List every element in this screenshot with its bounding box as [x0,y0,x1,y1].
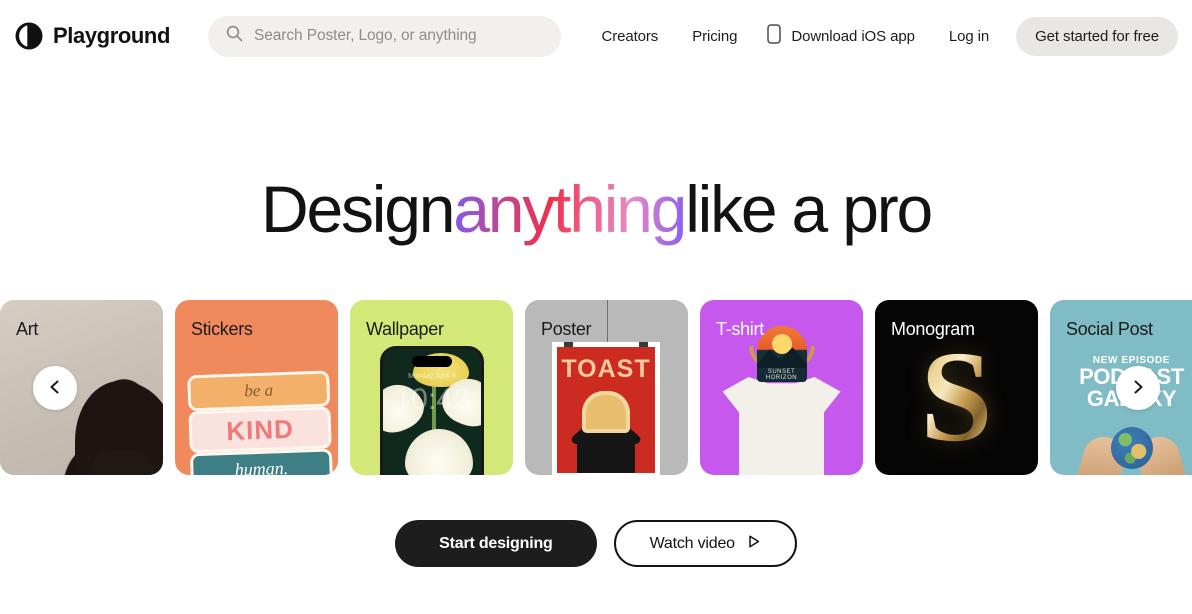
poster-artwork: TOAST [557,347,655,473]
card-label: Poster [541,319,592,339]
hero-actions: Start designing Watch video [0,520,1192,567]
search-input[interactable] [254,27,544,45]
monogram-letter: S [920,325,993,469]
get-started-button[interactable]: Get started for free [1016,16,1178,56]
nav-link-creators[interactable]: Creators [584,20,675,53]
phone-mockup-illustration: Monday, April 8 10:42 [380,346,484,475]
poster-hanging-string [606,300,608,344]
nav-link-download-ios-app[interactable]: Download iOS app [754,16,931,56]
phone-lockscreen-time: 10:42 [394,383,470,416]
main-nav: Creators Pricing Download iOS app Log in… [584,16,1178,56]
carousel-card-poster[interactable]: TOAST Poster [525,300,688,475]
tshirt-shape [722,377,841,475]
poster-title-text: TOAST [561,355,651,383]
phone-lockscreen-date: Monday, April 8 [408,373,456,380]
sticker-text-line2: KIND [225,413,295,446]
card-label: Stickers [191,319,253,339]
hero-section: Designanythinglike a pro [0,72,1192,242]
card-label: Art [16,319,39,339]
search-icon [226,25,243,47]
poster-illustration: TOAST [552,342,660,475]
headline-part-2: like a pro [685,172,933,246]
carousel-prev-button[interactable] [33,366,77,410]
brand-logo-link[interactable]: Playground [14,21,170,51]
carousel-next-button[interactable] [1116,366,1160,410]
watch-video-button[interactable]: Watch video [613,520,797,567]
brand-name: Playground [53,23,171,48]
carousel-card-tshirt[interactable]: SUNSET HORIZON T-shirt [700,300,863,475]
play-icon [746,534,761,554]
tshirt-caption: SUNSET HORIZON [765,369,798,381]
tshirt-graphic: SUNSET HORIZON [756,326,807,382]
sticker-row-2: KIND [188,406,332,454]
start-designing-button[interactable]: Start designing [395,520,597,567]
carousel-track: Art be a KIND human. Stickers Monday, Ap [0,300,1192,475]
carousel-card-monogram[interactable]: S Monogram [875,300,1038,475]
phone-icon [767,24,782,48]
nav-link-label: Download iOS app [791,27,915,45]
sticker-row-1: be a [187,370,331,412]
sticker-text-line1: be a [243,380,274,401]
watch-video-label: Watch video [649,534,735,552]
carousel-card-stickers[interactable]: be a KIND human. Stickers [175,300,338,475]
card-label: T-shirt [716,319,764,339]
carousel-card-wallpaper[interactable]: Monday, April 8 10:42 Wallpaper [350,300,513,475]
toast-slice-shape [582,391,630,433]
chevron-right-icon [1130,379,1146,398]
headline-gradient-word: anything [453,172,687,246]
sticker-illustration: be a KIND human. [187,370,334,475]
category-carousel: Art be a KIND human. Stickers Monday, Ap [0,300,1192,475]
playground-logo-icon [14,21,44,51]
sun-shape [771,334,792,354]
search-bar[interactable] [208,15,562,57]
chevron-left-icon [47,379,63,398]
globe-shape [1110,427,1153,469]
portrait-neck-shape [91,450,154,475]
nav-link-pricing[interactable]: Pricing [675,20,754,53]
site-header: Playground Creators Pricing Download iOS… [0,0,1192,72]
sticker-text-line3: human. [234,457,289,475]
phone-notch [412,356,452,367]
lily-flower-main [405,429,473,475]
card-label: Wallpaper [366,319,444,339]
card-label: Social Post [1066,319,1153,339]
page-title: Designanythinglike a pro [0,176,1192,242]
carousel-card-art[interactable]: Art [0,300,163,475]
nav-link-log-in[interactable]: Log in [932,20,1006,53]
headline-part-1: Design [261,172,455,246]
card-label: Monogram [891,319,975,339]
sticker-row-3: human. [189,448,334,475]
